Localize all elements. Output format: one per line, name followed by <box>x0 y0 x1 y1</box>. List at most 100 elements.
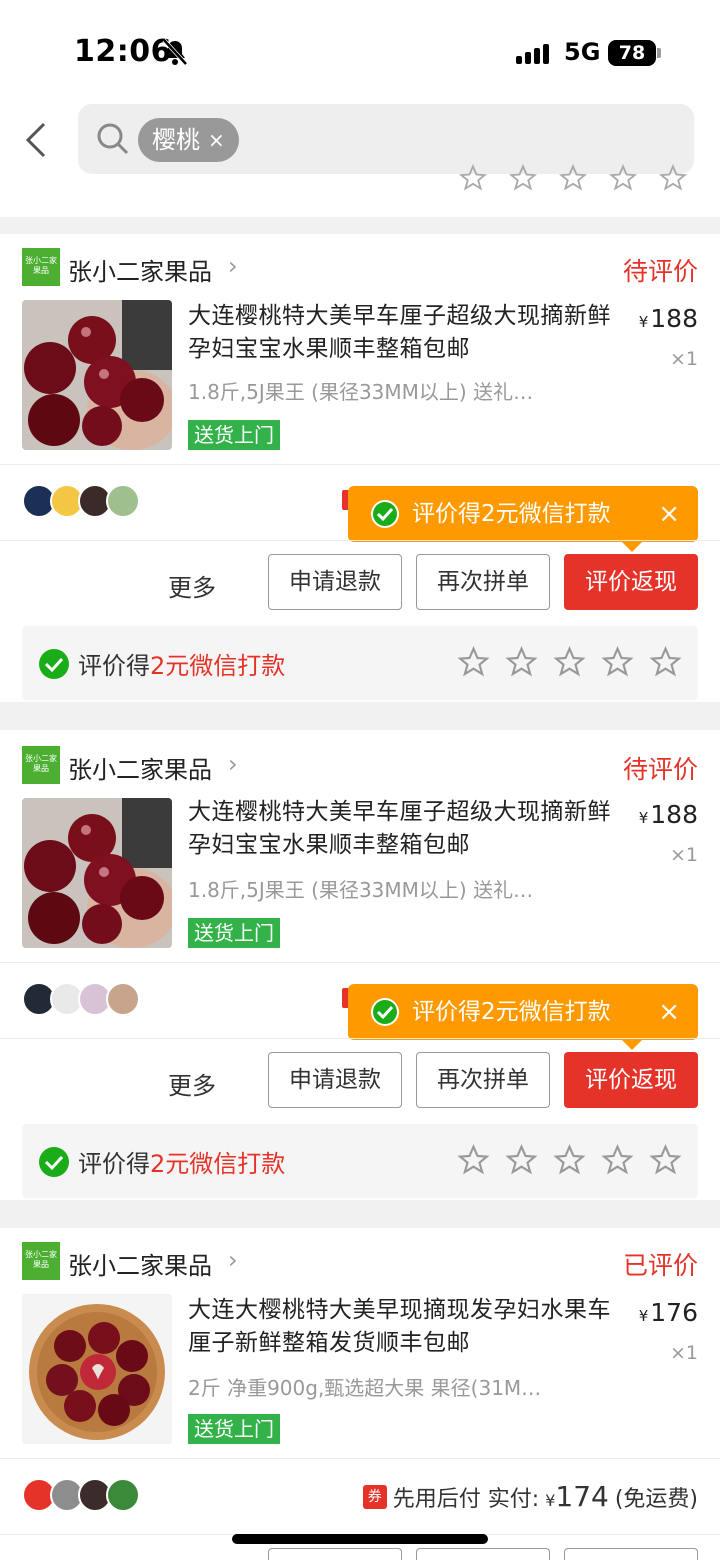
pay-note: (免运费) <box>614 1486 698 1512</box>
order-card: 张小二家果品 张小二家果品 › 已评价 大连大樱桃特大美早现摘现发孕妇水果车厘子… <box>0 1228 720 1560</box>
delivery-tag: 送货上门 <box>188 420 280 450</box>
refund-button[interactable]: 申请退款 <box>268 1052 402 1108</box>
pay-amount: ¥174 <box>545 1480 609 1513</box>
product-title[interactable]: 大连樱桃特大美早车厘子超级大现摘新鲜孕妇宝宝水果顺丰整箱包邮 <box>188 796 618 862</box>
divider <box>0 1458 720 1459</box>
product-image[interactable] <box>22 1294 172 1444</box>
battery-level: 78 <box>608 40 656 66</box>
divider <box>0 540 720 541</box>
review-promo-tooltip[interactable]: 评价得2元微信打款 × <box>348 984 698 1050</box>
star-icon <box>458 164 488 191</box>
star-icon[interactable] <box>649 1144 682 1176</box>
star-icon <box>558 164 588 191</box>
home-indicator[interactable] <box>232 1534 488 1544</box>
more-button[interactable]: 更多 <box>168 568 216 603</box>
tooltip-arrow <box>622 542 642 552</box>
review-cashback-button[interactable]: 评价返现 <box>564 1052 698 1108</box>
wechat-check-icon <box>371 500 399 528</box>
wechat-check-icon <box>371 998 399 1026</box>
product-price: ¥188 <box>638 800 698 829</box>
star-icon[interactable] <box>505 646 538 678</box>
reorder-button[interactable]: 再次拼单 <box>416 554 550 610</box>
review-promo-tooltip[interactable]: 评价得2元微信打款 × <box>348 486 698 552</box>
order-status: 待评价 <box>622 257 698 286</box>
star-icon[interactable] <box>553 1144 586 1176</box>
star-icon[interactable] <box>505 1144 538 1176</box>
chip-close-icon[interactable]: × <box>208 118 225 162</box>
product-spec: 1.8斤,5J果王 (果径33MM以上) 送礼… <box>188 380 534 404</box>
product-spec: 2斤 净重900g,甄选超大果 果径(31M… <box>188 1376 542 1400</box>
search-header: 樱桃 × <box>0 100 720 218</box>
rating-stars[interactable] <box>457 646 682 678</box>
product-spec: 1.8斤,5J果王 (果径33MM以上) 送礼… <box>188 878 534 902</box>
partial-button[interactable] <box>268 1548 402 1560</box>
wechat-check-icon <box>39 1147 69 1177</box>
buyer-avatars <box>22 982 140 1016</box>
buyer-avatars <box>22 1478 140 1512</box>
previous-card-tail <box>0 164 720 218</box>
review-bar[interactable]: 评价得2元微信打款 <box>22 626 698 700</box>
star-icon <box>508 164 538 191</box>
shop-logo[interactable]: 张小二家果品 <box>22 248 60 286</box>
search-chip[interactable]: 樱桃 × <box>138 118 239 162</box>
reorder-button[interactable]: 再次拼单 <box>416 1052 550 1108</box>
wechat-check-icon <box>39 649 69 679</box>
delivery-tag: 送货上门 <box>188 1414 280 1444</box>
coupon-icon: 券 <box>362 1484 387 1509</box>
order-card: 张小二家果品 张小二家果品 › 待评价 大连樱桃特大美早车厘子超级大现摘新鲜孕妇… <box>0 234 720 702</box>
chevron-right-icon: › <box>228 1246 238 1274</box>
refund-button[interactable]: 申请退款 <box>268 554 402 610</box>
chevron-right-icon: › <box>228 252 238 280</box>
shop-name[interactable]: 张小二家果品 <box>68 252 212 287</box>
review-reward-label: 评价得2元微信打款 <box>78 1150 286 1178</box>
product-price: ¥176 <box>638 1298 698 1327</box>
partial-button[interactable] <box>564 1548 698 1560</box>
more-button[interactable]: 更多 <box>168 1066 216 1101</box>
product-quantity: ×1 <box>669 348 698 370</box>
product-image[interactable] <box>22 798 172 948</box>
shop-logo[interactable]: 张小二家果品 <box>22 746 60 784</box>
buyer-avatars <box>22 484 140 518</box>
star-icon <box>608 164 638 191</box>
back-icon[interactable] <box>22 120 52 160</box>
rating-stars[interactable] <box>457 1144 682 1176</box>
close-icon[interactable]: × <box>658 984 680 1040</box>
review-bar[interactable]: 评价得2元微信打款 <box>22 1124 698 1198</box>
product-title[interactable]: 大连樱桃特大美早车厘子超级大现摘新鲜孕妇宝宝水果顺丰整箱包邮 <box>188 300 618 366</box>
product-image[interactable] <box>22 300 172 450</box>
signal-icon <box>516 44 549 64</box>
divider <box>0 1038 720 1039</box>
divider <box>0 962 720 963</box>
star-icon[interactable] <box>601 646 634 678</box>
search-icon <box>97 123 129 155</box>
star-icon <box>658 164 688 191</box>
status-bar: 12:06 5G 78 <box>0 0 720 100</box>
payment-summary: 券 先用后付 实付: ¥174 (免运费) <box>362 1480 698 1513</box>
search-chip-label: 樱桃 <box>152 126 200 154</box>
pay-label: 先用后付 实付: <box>392 1486 540 1512</box>
order-card: 张小二家果品 张小二家果品 › 待评价 大连樱桃特大美早车厘子超级大现摘新鲜孕妇… <box>0 730 720 1200</box>
partial-button[interactable] <box>416 1548 550 1560</box>
review-cashback-button[interactable]: 评价返现 <box>564 554 698 610</box>
avatar <box>106 484 140 518</box>
chevron-right-icon: › <box>228 750 238 778</box>
shop-name[interactable]: 张小二家果品 <box>68 1246 212 1281</box>
avatar <box>106 1478 140 1512</box>
star-icon[interactable] <box>601 1144 634 1176</box>
star-icon[interactable] <box>649 646 682 678</box>
star-icon[interactable] <box>457 646 490 678</box>
divider <box>0 464 720 465</box>
promo-text: 评价得2元微信打款 <box>412 501 611 527</box>
product-title[interactable]: 大连大樱桃特大美早现摘现发孕妇水果车厘子新鲜整箱发货顺丰包邮 <box>188 1294 618 1360</box>
shop-name[interactable]: 张小二家果品 <box>68 750 212 785</box>
review-reward-label: 评价得2元微信打款 <box>78 652 286 680</box>
star-icon[interactable] <box>457 1144 490 1176</box>
star-icon[interactable] <box>553 646 586 678</box>
close-icon[interactable]: × <box>658 486 680 542</box>
order-status: 已评价 <box>622 1251 698 1280</box>
status-time: 12:06 <box>74 34 172 69</box>
product-quantity: ×1 <box>669 844 698 866</box>
bell-slash-icon <box>162 38 188 66</box>
shop-logo[interactable]: 张小二家果品 <box>22 1242 60 1280</box>
network-type: 5G <box>564 38 601 66</box>
